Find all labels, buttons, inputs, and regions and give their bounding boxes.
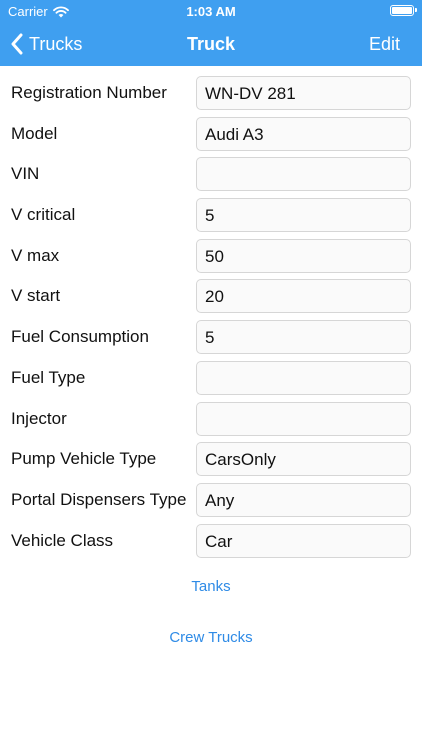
pump-vehicle-type-field[interactable]: CarsOnly [196,442,411,477]
vehicle-class-field[interactable]: Car [196,523,411,558]
field-label: Vehicle Class [11,530,114,550]
field-label: Fuel Consumption [11,327,149,347]
injector-field[interactable] [196,401,411,436]
field-label: Portal Dispensers Type [11,489,187,509]
portal-dispensers-type-field[interactable]: Any [196,482,411,517]
field-label: Injector [11,408,67,428]
field-label: Registration Number [11,83,167,102]
form-row-v-max: V max 50 [0,235,422,276]
back-button[interactable]: Trucks [10,30,82,58]
form-row-injector: Injector [0,398,422,439]
chevron-left-icon [11,33,23,55]
status-bar: Carrier 1:03 AM [0,0,422,22]
fuel-type-field[interactable] [196,360,411,395]
form-row-v-critical: V critical 5 [0,194,422,235]
form-row-fuel-type: Fuel Type [0,357,422,398]
battery-icon [390,5,417,16]
fuel-consumption-field[interactable]: 5 [196,320,411,355]
v-critical-field[interactable]: 5 [196,198,411,233]
status-time: 1:03 AM [186,4,236,19]
tanks-link[interactable]: Tanks [0,578,422,595]
form-row-portal-dispensers-type: Portal Dispensers Type Any [0,479,422,520]
field-label: Model [11,123,58,143]
form-row-fuel-consumption: Fuel Consumption 5 [0,316,422,357]
form-row-model: Model Audi A3 [0,113,422,154]
v-start-field[interactable]: 20 [196,279,411,314]
truck-form: Registration Number WN-DV 281 Model Audi… [0,72,422,560]
field-label: Pump Vehicle Type [11,449,157,469]
model-field[interactable]: Audi A3 [196,116,411,151]
form-row-vin: VIN [0,153,422,194]
back-button-label: Trucks [29,33,83,54]
form-row-v-start: V start 20 [0,275,422,316]
navigation-bar: Carrier 1:03 AM Trucks Truck Edit [0,0,422,66]
crew-trucks-link[interactable]: Crew Trucks [0,629,422,646]
form-row-pump-vehicle-type: Pump Vehicle Type CarsOnly [0,438,422,479]
registration-number-field[interactable]: WN-DV 281 [196,76,411,110]
edit-button[interactable]: Edit [369,34,400,55]
v-max-field[interactable]: 50 [196,238,411,273]
form-row-vehicle-class: Vehicle Class Car [0,520,422,561]
form-row-registration-number: Registration Number WN-DV 281 [0,72,422,113]
field-label: V start [11,286,61,306]
vin-field[interactable] [196,157,411,192]
field-label: Fuel Type [11,367,86,387]
field-label: V max [11,245,60,265]
field-label: V critical [11,205,76,225]
field-label: VIN [11,164,40,184]
